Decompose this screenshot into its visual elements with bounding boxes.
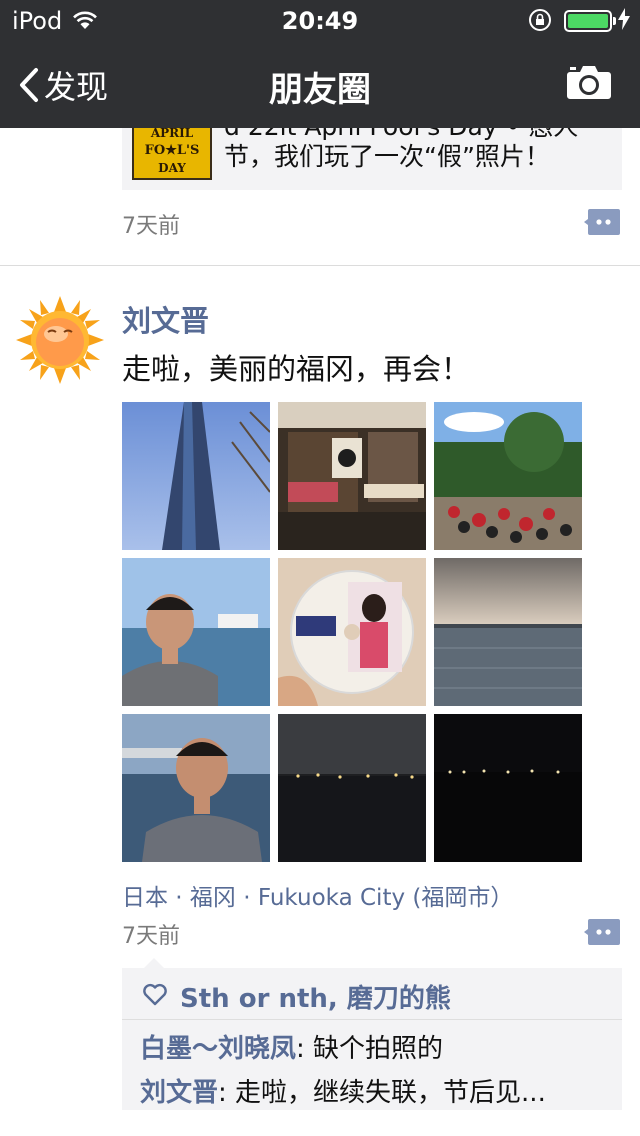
panel-caret xyxy=(144,958,164,968)
photo-night-harbor[interactable] xyxy=(278,714,426,862)
comment-icon[interactable] xyxy=(584,209,620,235)
top-bar: iPod 20:49 发现 朋友圈 xyxy=(0,0,640,128)
photo-grid xyxy=(122,402,582,862)
liker-name[interactable]: 磨刀的熊 xyxy=(347,984,451,1014)
commenter-name[interactable]: 白墨～刘晓凤 xyxy=(140,1034,296,1064)
photo-selfie-harbor[interactable] xyxy=(122,558,270,706)
photo-night-harbor-dark[interactable] xyxy=(434,714,582,862)
likes-row: Sth or nth, 磨刀的熊 xyxy=(122,968,622,1020)
post-time: 7天前 xyxy=(122,924,180,949)
comment-separator: : xyxy=(218,1078,236,1108)
likes-comments-panel: Sth or nth, 磨刀的熊 白墨～刘晓凤: 缺个拍照的 刘文晋: 走啦，继… xyxy=(122,958,622,1110)
post-author-name[interactable]: 刘文晋 xyxy=(122,298,209,340)
post-text: 走啦，美丽的福冈，再会！ xyxy=(122,352,471,386)
thumb-text-line: APRIL xyxy=(150,126,194,140)
photo-sunset-sea[interactable] xyxy=(434,558,582,706)
post-divider xyxy=(0,265,640,266)
comment-item[interactable]: 白墨～刘晓凤: 缺个拍照的 xyxy=(140,1028,443,1065)
photo-cd[interactable] xyxy=(278,558,426,706)
liker-name[interactable]: Sth or nth xyxy=(180,984,328,1014)
heart-icon xyxy=(142,982,168,1010)
comment-separator: : xyxy=(296,1034,314,1064)
liker-separator: , xyxy=(327,984,347,1014)
comment-icon[interactable] xyxy=(584,919,620,945)
battery-icon xyxy=(564,10,612,32)
thumb-text-line: DAY xyxy=(158,161,186,175)
author-avatar[interactable] xyxy=(16,296,104,384)
comment-item[interactable]: 刘文晋: 走啦，继续失联，节后见... xyxy=(140,1072,546,1109)
photo-tower[interactable] xyxy=(122,402,270,550)
camera-icon[interactable] xyxy=(566,64,612,104)
post-time: 7天前 xyxy=(122,214,180,239)
battery-tip xyxy=(613,17,616,25)
comment-text: 缺个拍照的 xyxy=(313,1034,444,1064)
page-title: 朋友圈 xyxy=(269,70,371,110)
liker-names: Sth or nth, 磨刀的熊 xyxy=(180,978,451,1015)
charging-icon xyxy=(618,8,630,36)
rotation-lock-icon xyxy=(528,8,552,38)
nav-bar: 发现 朋友圈 xyxy=(0,40,640,128)
commenter-name[interactable]: 刘文晋 xyxy=(140,1078,218,1108)
status-bar: iPod 20:49 xyxy=(0,0,640,40)
photo-crowd[interactable] xyxy=(434,402,582,550)
post-location[interactable]: 日本 · 福冈 · Fukuoka City (福岡市） xyxy=(122,878,513,912)
comment-text: 走啦，继续失联，节后见... xyxy=(235,1078,546,1108)
photo-selfie-evening[interactable] xyxy=(122,714,270,862)
photo-shop[interactable] xyxy=(278,402,426,550)
thumb-text-line: FO★L'S xyxy=(144,143,200,158)
